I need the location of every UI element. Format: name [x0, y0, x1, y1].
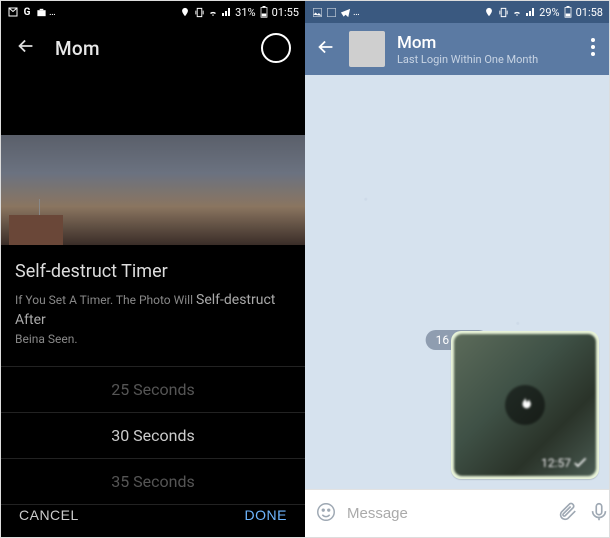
chat-input-bar — [305, 489, 609, 537]
briefcase-icon — [35, 6, 47, 18]
picker-option-1[interactable]: 30 Seconds — [1, 412, 305, 458]
status-right-icons: 31% 01:55 — [179, 6, 299, 19]
battery-percent: 31% — [235, 6, 255, 19]
message-input[interactable] — [347, 505, 546, 522]
attach-icon[interactable] — [556, 501, 578, 527]
picture-icon-2 — [325, 6, 337, 18]
status-left-icons: G … — [7, 6, 56, 18]
signal-icon — [525, 6, 537, 18]
chat-name: Mom — [397, 33, 575, 53]
done-button[interactable]: DONE — [245, 507, 287, 523]
timer-panel: Self-destruct Timer If You Set A Timer. … — [1, 245, 305, 505]
wifi-icon — [511, 6, 523, 18]
chat-header: Mom Last Login Within One Month — [305, 23, 609, 75]
emoji-icon[interactable] — [315, 501, 337, 527]
outgoing-photo-message[interactable]: 12:57 — [451, 331, 599, 479]
chat-body[interactable]: 16 June 12:57 — [305, 75, 609, 489]
timer-actions: CANCEL DONE — [1, 493, 305, 537]
timer-header: Mom — [1, 23, 305, 73]
telegram-icon — [339, 6, 351, 18]
location-icon — [483, 6, 495, 18]
clock-time: 01:55 — [272, 6, 299, 19]
status-bar: … 29% 01:58 — [305, 1, 609, 23]
timer-title: Self-destruct Timer — [1, 261, 305, 290]
phone-right-chat-view: … 29% 01:58 Mom Last Login Within One Mo… — [305, 1, 609, 537]
status-bar: G … 31% 01:55 — [1, 1, 305, 23]
timer-desc-suffix: Beina Seen. — [15, 332, 78, 346]
wifi-icon — [207, 6, 219, 18]
vibrate-icon — [497, 6, 509, 18]
house-shape — [9, 215, 63, 245]
chat-last-seen: Last Login Within One Month — [397, 53, 575, 66]
mail-icon — [7, 6, 19, 18]
back-arrow-icon[interactable] — [15, 35, 37, 61]
battery-icon — [258, 6, 270, 18]
picture-icon — [311, 6, 323, 18]
recipient-name: Mom — [55, 37, 100, 60]
picker-option-0[interactable]: 25 Seconds — [1, 366, 305, 412]
status-right-icons: 29% 01:58 — [483, 6, 603, 19]
read-check-icon — [574, 458, 588, 468]
message-timestamp: 12:57 — [541, 456, 588, 470]
cancel-button[interactable]: CANCEL — [19, 507, 79, 523]
google-icon: G — [21, 6, 33, 18]
time-text: 12:57 — [541, 456, 571, 470]
timer-desc-prefix: If You Set A Timer. The Photo Will — [15, 293, 193, 307]
more-menu-icon[interactable] — [587, 34, 599, 64]
send-circle-icon[interactable] — [261, 33, 291, 63]
signal-icon — [221, 6, 233, 18]
photo-preview — [1, 135, 305, 245]
flame-icon — [505, 385, 545, 425]
more-notifications: … — [49, 7, 56, 18]
back-arrow-icon[interactable] — [315, 36, 337, 62]
timer-description: If You Set A Timer. The Photo Will Self-… — [1, 290, 305, 366]
chat-title-area[interactable]: Mom Last Login Within One Month — [397, 33, 575, 66]
antenna-shape — [39, 199, 40, 215]
location-icon — [179, 6, 191, 18]
more-notifications: … — [353, 7, 360, 18]
clock-time: 01:58 — [576, 6, 603, 19]
status-left-icons: … — [311, 6, 360, 18]
mic-icon[interactable] — [588, 501, 609, 527]
self-destruct-photo-thumb: 12:57 — [454, 334, 596, 476]
vibrate-icon — [193, 6, 205, 18]
battery-icon — [562, 6, 574, 18]
avatar[interactable] — [349, 31, 385, 67]
phone-left-timer-view: G … 31% 01:55 Mom — [1, 1, 305, 537]
battery-percent: 29% — [539, 6, 559, 19]
